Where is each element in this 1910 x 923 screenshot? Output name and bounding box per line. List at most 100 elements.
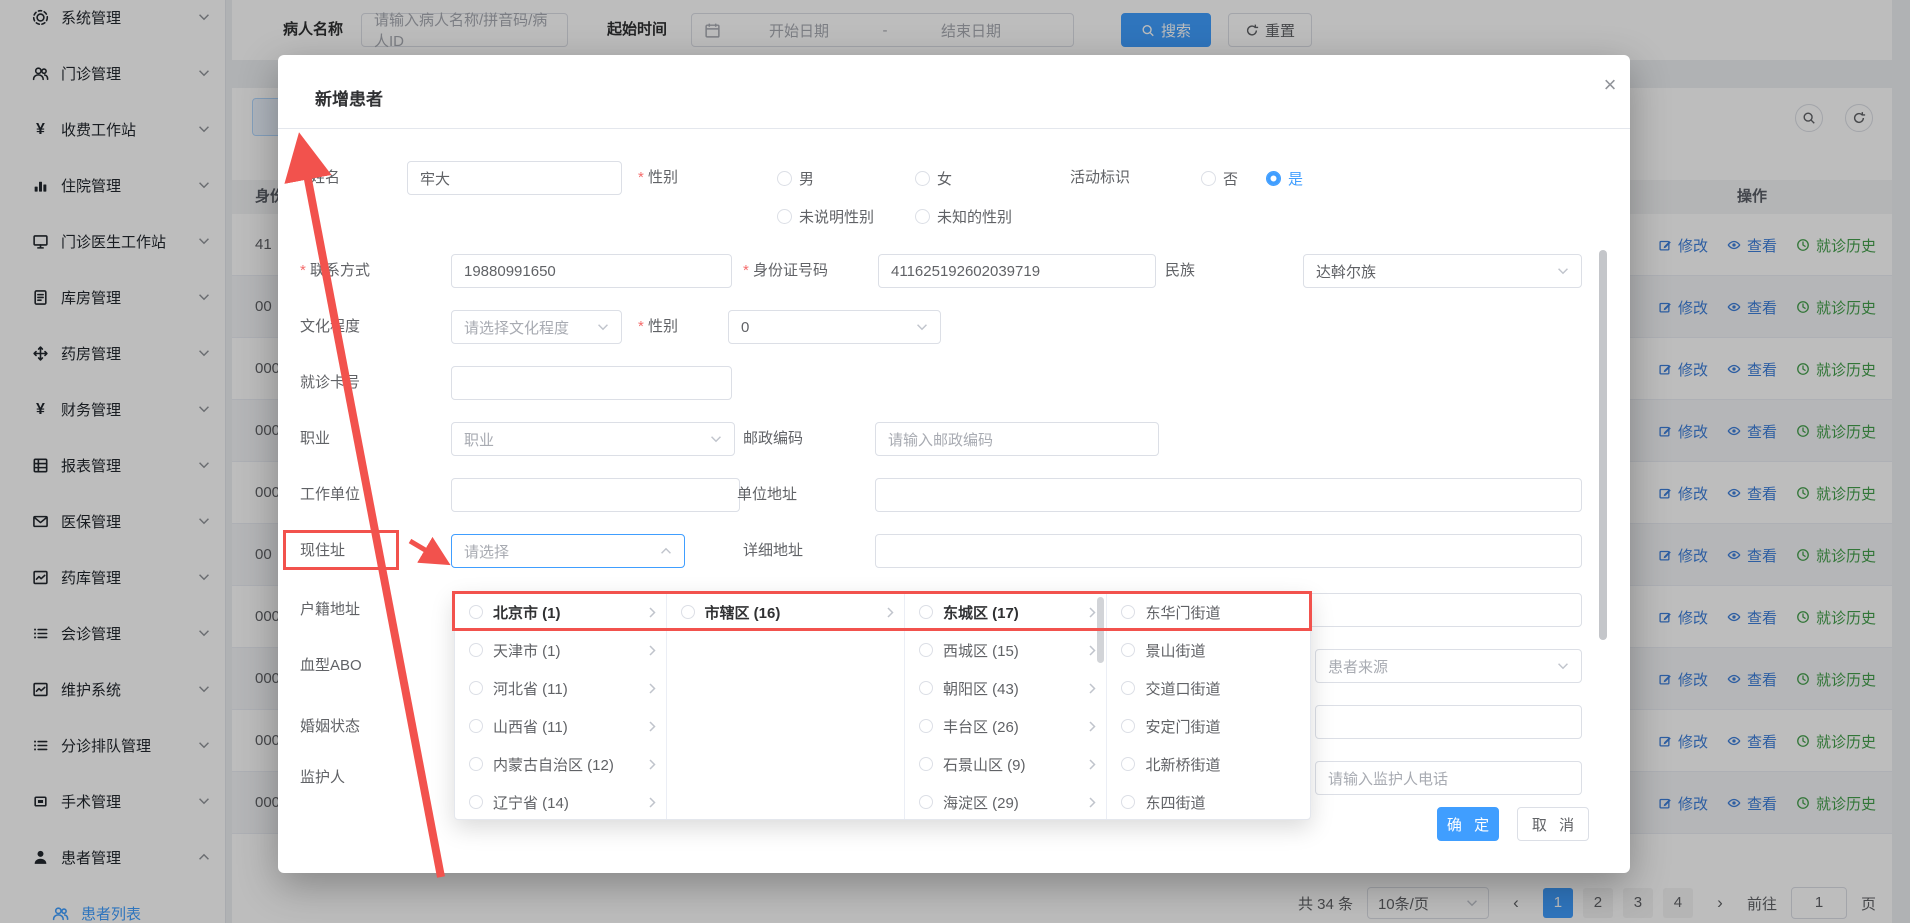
cascader-option-朝阳区 (43)[interactable]: 朝阳区 (43) <box>905 669 1107 707</box>
chevron-up-icon <box>660 547 672 555</box>
radio-icon <box>915 209 930 224</box>
radio-icon <box>1121 681 1135 695</box>
id-card-input[interactable]: 411625192602039719 <box>878 254 1156 288</box>
gender-code-select[interactable]: 0 <box>728 310 941 344</box>
id-card-label: 身份证号码 <box>743 254 828 288</box>
cascader-column-3: 东城区 (17)西城区 (15)朝阳区 (43)丰台区 (26)石景山区 (9)… <box>905 593 1108 819</box>
postal-label: 邮政编码 <box>743 422 803 456</box>
cascader-option-丰台区 (26)[interactable]: 丰台区 (26) <box>905 707 1107 745</box>
chevron-right-icon <box>1089 721 1096 732</box>
cascader-option-山西省 (11)[interactable]: 山西省 (11) <box>455 707 666 745</box>
active-flag-label: 活动标识 <box>1070 161 1130 195</box>
cascader-option-北京市 (1)[interactable]: 北京市 (1) <box>455 593 666 631</box>
cascader-option-辽宁省 (14)[interactable]: 辽宁省 (14) <box>455 783 666 819</box>
cascader-option-西城区 (15)[interactable]: 西城区 (15) <box>905 631 1107 669</box>
chevron-right-icon <box>1089 645 1096 656</box>
unit-address-label: 单位地址 <box>737 478 797 512</box>
radio-icon <box>1121 757 1135 771</box>
chevron-right-icon <box>1089 759 1096 770</box>
cancel-button[interactable]: 取 消 <box>1517 807 1589 841</box>
card-no-input[interactable] <box>451 366 732 400</box>
contact-label: 联系方式 <box>300 254 370 288</box>
radio-icon <box>469 719 483 733</box>
radio-icon <box>469 757 483 771</box>
radio-icon <box>777 209 792 224</box>
marital-side-input[interactable] <box>1315 705 1582 739</box>
address-cascader-panel: 北京市 (1)天津市 (1)河北省 (11)山西省 (11)内蒙古自治区 (12… <box>454 592 1311 820</box>
chevron-down-icon <box>1557 267 1569 275</box>
patient-source-select[interactable]: 患者来源 <box>1315 649 1582 683</box>
gender-radio-unknown[interactable]: 未知的性别 <box>915 199 1012 233</box>
radio-icon <box>919 643 933 657</box>
radio-icon <box>919 757 933 771</box>
modal-divider <box>278 128 1630 129</box>
cascader-option-石景山区 (9)[interactable]: 石景山区 (9) <box>905 745 1107 783</box>
name-input[interactable]: 牢大 <box>407 161 622 195</box>
education-select[interactable]: 请选择文化程度 <box>451 310 622 344</box>
work-unit-label: 工作单位 <box>300 478 360 512</box>
nation-select[interactable]: 达斡尔族 <box>1303 254 1582 288</box>
radio-icon <box>1121 719 1135 733</box>
occupation-label: 职业 <box>300 422 330 456</box>
cascader-column-2: 市辖区 (16) <box>667 593 905 819</box>
nation-label: 民族 <box>1165 254 1195 288</box>
cascader-option-海淀区 (29)[interactable]: 海淀区 (29) <box>905 783 1107 819</box>
active-flag-radio-no[interactable]: 否 <box>1201 161 1238 195</box>
marital-label: 婚姻状态 <box>300 710 360 744</box>
card-no-label: 就诊卡号 <box>300 366 360 400</box>
radio-icon <box>777 171 792 186</box>
guardian-phone-input[interactable]: 请输入监护人电话 <box>1315 761 1582 795</box>
education-label: 文化程度 <box>300 310 360 344</box>
postal-input[interactable]: 请输入邮政编码 <box>875 422 1159 456</box>
radio-icon <box>1201 171 1216 186</box>
cascader-option-市辖区 (16)[interactable]: 市辖区 (16) <box>667 593 904 631</box>
radio-icon <box>469 605 483 619</box>
name-label: 姓名 <box>300 161 340 195</box>
confirm-button[interactable]: 确 定 <box>1437 807 1499 841</box>
cascader-option-交道口街道[interactable]: 交道口街道 <box>1107 669 1310 707</box>
radio-icon <box>469 681 483 695</box>
chevron-right-icon <box>649 683 656 694</box>
chevron-right-icon <box>649 797 656 808</box>
close-icon[interactable]: × <box>1596 71 1624 99</box>
cascader-option-内蒙古自治区 (12)[interactable]: 内蒙古自治区 (12) <box>455 745 666 783</box>
unit-address-input[interactable] <box>875 478 1582 512</box>
current-address-cascader[interactable]: 请选择 <box>451 534 685 568</box>
cascader-option-东城区 (17)[interactable]: 东城区 (17) <box>905 593 1107 631</box>
cascader-option-北新桥街道[interactable]: 北新桥街道 <box>1107 745 1310 783</box>
cascader-option-东四街道[interactable]: 东四街道 <box>1107 783 1310 819</box>
active-flag-radio-yes[interactable]: 是 <box>1266 161 1303 195</box>
contact-input[interactable]: 19880991650 <box>451 254 732 288</box>
occupation-select[interactable]: 职业 <box>451 422 735 456</box>
chevron-down-icon <box>1557 662 1569 670</box>
chevron-right-icon <box>887 607 894 618</box>
detail-address-input[interactable] <box>875 534 1582 568</box>
chevron-right-icon <box>649 721 656 732</box>
cascader-option-天津市 (1)[interactable]: 天津市 (1) <box>455 631 666 669</box>
gender-radio-unstated[interactable]: 未说明性别 <box>777 199 874 233</box>
detail-address-label: 详细地址 <box>743 534 803 568</box>
cascader-scrollbar[interactable] <box>1097 597 1104 663</box>
radio-icon <box>469 643 483 657</box>
app-root: 系统管理门诊管理¥收费工作站住院管理门诊医生工作站库房管理药房管理¥财务管理报表… <box>0 0 1910 923</box>
gender-radio-male[interactable]: 男 <box>777 161 814 195</box>
guardian-label: 监护人 <box>300 761 345 795</box>
chevron-right-icon <box>649 607 656 618</box>
household-label: 户籍地址 <box>300 593 360 627</box>
radio-icon <box>919 605 933 619</box>
cascader-option-东华门街道[interactable]: 东华门街道 <box>1107 593 1310 631</box>
cascader-option-景山街道[interactable]: 景山街道 <box>1107 631 1310 669</box>
modal-scrollbar[interactable] <box>1599 250 1607 640</box>
current-address-label: 现住址 <box>300 534 345 568</box>
modal-title: 新增患者 <box>315 85 383 110</box>
radio-icon <box>919 681 933 695</box>
radio-checked-icon <box>1266 171 1281 186</box>
chevron-down-icon <box>916 323 928 331</box>
cascader-option-安定门街道[interactable]: 安定门街道 <box>1107 707 1310 745</box>
work-unit-input[interactable] <box>451 478 740 512</box>
cascader-option-河北省 (11)[interactable]: 河北省 (11) <box>455 669 666 707</box>
chevron-right-icon <box>1089 607 1096 618</box>
gender-label: 性别 <box>638 161 678 195</box>
gender-radio-female[interactable]: 女 <box>915 161 952 195</box>
chevron-right-icon <box>649 645 656 656</box>
